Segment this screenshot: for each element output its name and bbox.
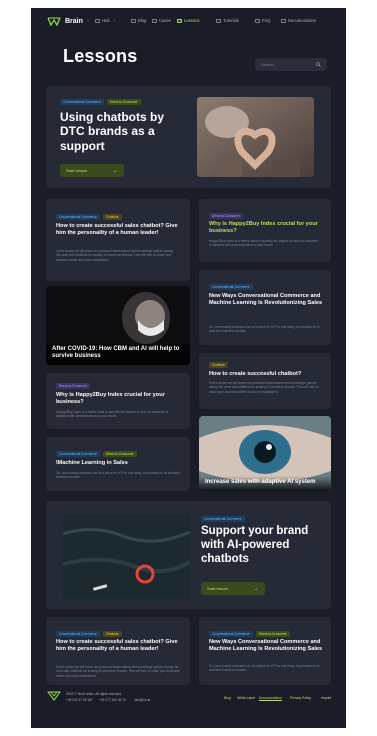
lessons-icon [177,18,182,23]
faq-icon [255,18,260,23]
card-title: How to create successful sales chatbot? … [56,639,178,652]
card-text: In this article we will share our person… [56,249,174,262]
breadcrumb-sep: > [87,18,90,23]
hero-title: Using chatbots by DTC brands as a suppor… [60,110,165,153]
lesson-card-ai-system[interactable]: Increase sales with adaptive AI system [199,416,331,491]
hub-icon [95,18,100,23]
card-title: Increase sales with adaptive AI system [199,475,331,491]
search-icon [316,62,321,67]
tag-direct-to-consumer: Direct-to-Consumer [106,99,141,105]
footer-link-documentation[interactable]: Documentation [259,696,282,700]
nav-item-documentation[interactable]: Documentation [281,18,316,23]
tag-conversational-commerce: Conversational Commerce [201,516,245,522]
brand-logo[interactable]: Brain [47,17,83,26]
card-text: So, how exactly business can of a place … [209,664,321,673]
card-text: So, how exactly business can of a place … [209,325,321,334]
documentation-icon [281,18,286,23]
tag-chatbots: Chatbots [102,214,122,220]
cases-icon [152,18,157,23]
search-input[interactable]: Search... [255,58,327,71]
lesson-card-sales-chatbot[interactable]: Conversational Commerce Chatbots How to … [46,199,190,281]
tag-conversational-commerce: Conversational Commerce [56,214,100,220]
card-title: After COVID-19: How CBM and AI will help… [46,342,190,365]
breadcrumb-sep: > [113,18,116,23]
arrow-right-icon: → [253,585,259,592]
card-title: How to create successful chatbot? [209,371,302,377]
card-title: Why is Happy2Buy Index crucial for your … [56,392,165,405]
card-text: Happy2Buy index is a metric used to quan… [56,410,169,419]
hero-start-lesson-button[interactable]: Start lesson → [60,164,124,177]
hero-image-heart-hands [197,97,314,177]
nav-item-tutorials[interactable]: Tutorials [216,18,239,23]
card-text: So, how exactly business can of a place … [56,471,180,480]
card-text: In this article we will share our person… [209,381,319,394]
tag-direct-to-consumer: Direct-to-Consumer [209,213,243,219]
card-text: In this article we will share our person… [56,665,180,678]
tag-direct-to-consumer: Direct-to-Consumer [56,383,90,389]
email-link[interactable]: info@rim.ai [134,698,150,702]
card-title: How to create successful sales chatbot? … [56,223,178,236]
tag-direct-to-consumer: Direct-to-Consumer [102,451,137,457]
tutorials-icon [216,18,221,23]
feature-card[interactable]: Conversational Commerce Support your bra… [46,501,331,609]
tag-conversational-commerce: Conversational Commerce [209,284,253,290]
footer-logo-icon [47,691,61,701]
lifebuoy-water-image [63,514,190,599]
tag-direct-to-consumer: Direct-to-Consumer [255,631,290,637]
footer-link-white-label[interactable]: White Label [237,696,255,700]
lesson-card-bottom-sales[interactable]: Conversational Commerce Chatbots How to … [46,617,190,685]
phone-1[interactable]: +49 221 67 89 187 [66,698,93,702]
tag-conversational-commerce: Conversational Commerce [60,99,104,105]
copyright: 2019 © TechFunder. All rights reserved. [66,692,122,696]
lesson-card-ml-sales[interactable]: Conversational Commerce Direct-to-Consum… [46,437,190,491]
search-placeholder: Search... [261,62,278,67]
feature-title: Support your brand with AI-powered chatb… [201,525,309,565]
lesson-card-new-ways[interactable]: Conversational Commerce New Ways Convers… [199,270,331,345]
brain-logo-icon [47,17,61,26]
lesson-card-covid[interactable]: After COVID-19: How CBM and AI will help… [46,286,190,365]
hero-card[interactable]: Conversational Commerce Direct-to-Consum… [46,86,331,188]
page-title: Lessons [63,46,138,66]
footer-link-imprint[interactable]: Imprint [321,696,331,700]
lesson-card-successful-chatbot[interactable]: Chatbots How to create successful chatbo… [199,353,331,409]
page: Brain > Hub > Blog Cases Lessons Tutoria… [0,0,377,736]
nav-item-faq[interactable]: FAQ [255,18,270,23]
footer-link-blog[interactable]: Blog [224,696,231,700]
lesson-card-bottom-new-ways[interactable]: Conversational Commerce Direct-to-Consum… [199,617,331,685]
card-title: New Ways Conversational Commerce and Mac… [209,639,323,652]
arrow-right-icon: → [112,167,118,174]
top-nav: Brain > Hub > Blog Cases Lessons Tutoria… [31,8,346,35]
hero-tags: Conversational Commerce Direct-to-Consum… [60,99,141,105]
feature-start-lesson-button[interactable]: Start lesson → [201,582,265,595]
footer: 2019 © TechFunder. All rights reserved. … [31,688,346,728]
tag-conversational-commerce: Conversational Commerce [56,631,100,637]
nav-item-blog[interactable]: Blog [131,18,146,23]
card-title: Why is Happy2Buy Index crucial for your … [209,221,318,234]
lesson-card-happy2buy-2[interactable]: Direct-to-Consumer Why is Happy2Buy Inde… [46,373,190,429]
card-title: \Machine Learning in Sales [56,460,128,466]
nav-item-lessons[interactable]: Lessons [177,18,200,23]
blog-icon [131,18,136,23]
tag-chatbots: Chatbots [209,362,228,368]
phone-2[interactable]: +49 177 100 46 74 [99,698,126,702]
brand-name: Brain [65,18,83,25]
nav-item-hub[interactable]: Hub [95,18,110,23]
card-title: New Ways Conversational Commerce and Mac… [209,293,323,306]
app-frame: Brain > Hub > Blog Cases Lessons Tutoria… [31,8,346,728]
nav-item-cases[interactable]: Cases [152,18,171,23]
card-text: Happy2Buy index is a metric used to quan… [209,239,319,248]
tag-conversational-commerce: Conversational Commerce [209,631,253,637]
lesson-card-happy2buy[interactable]: Direct-to-Consumer Why is Happy2Buy Inde… [199,199,331,262]
tag-chatbots: Chatbots [102,631,122,637]
footer-link-privacy-policy[interactable]: Privacy Policy [290,696,311,700]
tag-conversational-commerce: Conversational Commerce [56,451,100,457]
